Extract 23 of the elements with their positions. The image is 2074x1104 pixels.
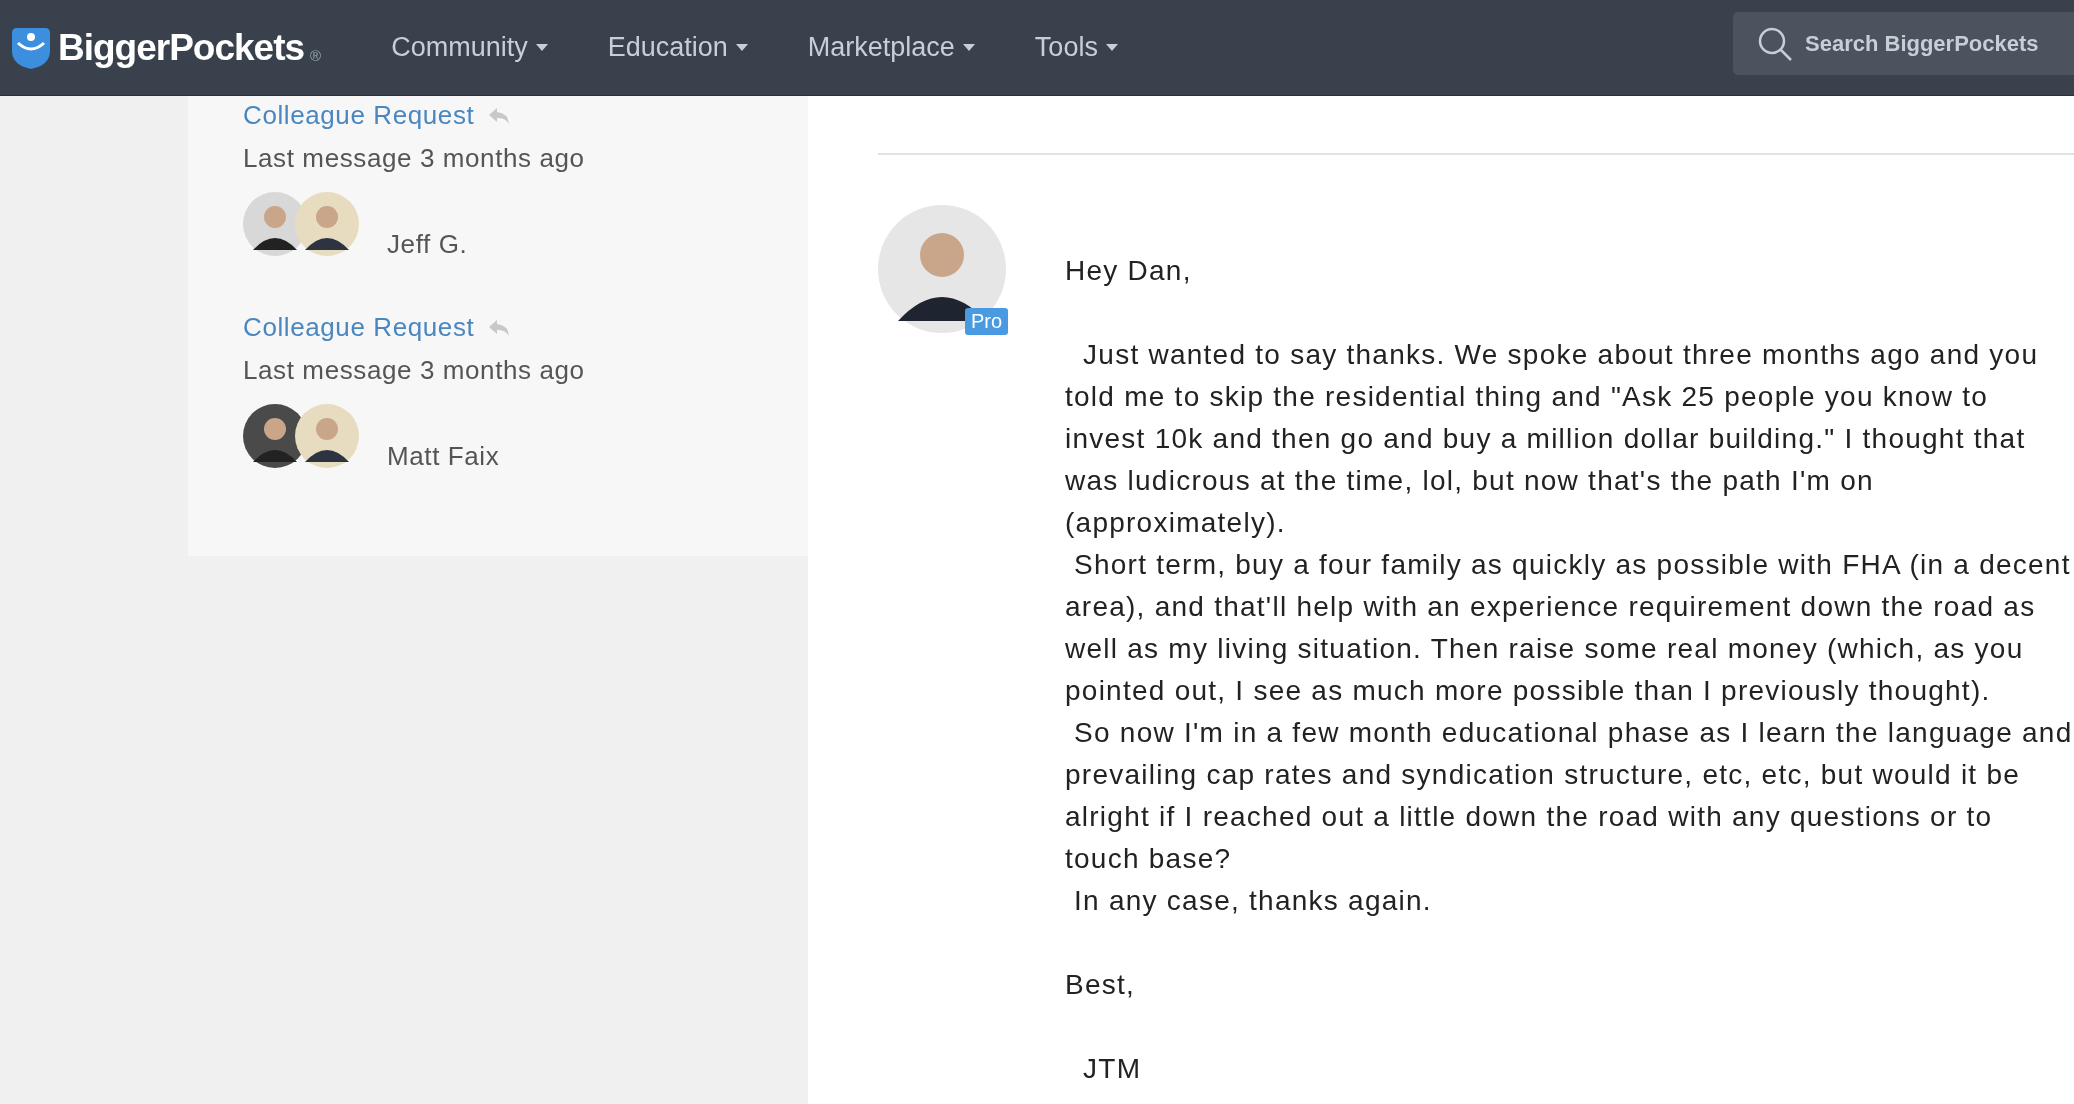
caret-icon	[962, 44, 975, 51]
last-message-time: Last message 3 months ago	[243, 143, 586, 174]
participant-name: Matt Faix	[387, 441, 500, 472]
caret-icon	[735, 44, 748, 51]
search-icon	[1757, 25, 1793, 62]
reply-icon	[488, 106, 511, 125]
nav-menu-item[interactable]: Education	[607, 32, 748, 63]
last-message-time: Last message 3 months ago	[243, 355, 586, 386]
search-input[interactable]: Search BiggerPockets	[1805, 30, 2065, 57]
logo-text[interactable]: BiggerPockets	[58, 26, 305, 69]
caret-icon	[535, 44, 548, 51]
nav-menu-item[interactable]: Tools	[1034, 32, 1118, 63]
nav-menu-item[interactable]: Marketplace	[807, 32, 975, 63]
conversation-link[interactable]: Colleague Request	[243, 100, 475, 131]
caret-icon	[1105, 44, 1118, 51]
nav-menu-item[interactable]: Community	[391, 32, 548, 63]
pro-badge: Pro	[964, 308, 1008, 335]
conversation-link[interactable]: Colleague Request	[243, 312, 475, 343]
message-body: Hey Dan, Just wanted to say thanks. We spoke about three months ago and you told me to skip the residential thing and "Ask 25 people you know to invest 10k and then go and buy a million dollar building." I thought that was ludicrous at the time, lol, but now that's the path I'm on (approximately). Short term, buy a four family as quickly as possible with FHA (in a decent area), and that'll help with an experience requirement down the road as well as my living situation. Then raise some real money (which, as you pointed out, I see as much more possible than I previously thought). So now I'm in a few month educational phase as I learn the language and prevailing cap rates and syndication structure, etc, etc, but would it be alright if I reached out a little down the road with any questions or to touch base? In any case, thanks again. Best, JTM	[1065, 254, 2074, 1086]
registered-mark: ®	[310, 46, 322, 64]
participant-name: Jeff G.	[387, 229, 468, 260]
reply-icon	[488, 318, 511, 337]
search-field[interactable]: Search BiggerPockets	[1733, 12, 2074, 75]
